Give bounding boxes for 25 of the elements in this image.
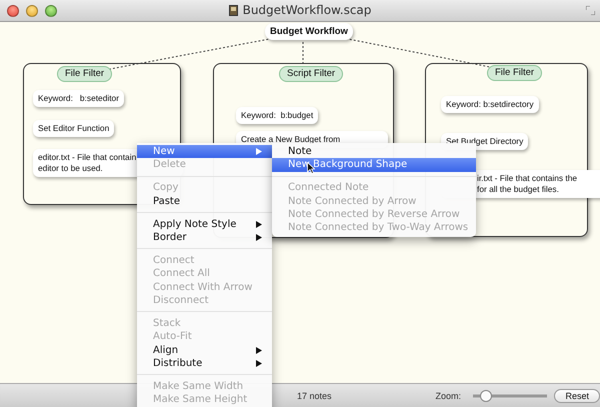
note-count: 17 notes bbox=[297, 390, 332, 400]
submenu-arrow-icon bbox=[256, 148, 262, 156]
menu-item[interactable]: Distribute bbox=[137, 357, 272, 370]
zoom-button[interactable] bbox=[45, 4, 57, 16]
group-header: File Filter bbox=[487, 65, 542, 81]
root-note: Budget Workflow bbox=[265, 23, 353, 40]
menu-item[interactable]: Apply Note Style bbox=[137, 218, 272, 231]
note: Keyword: b:seteditor bbox=[33, 90, 124, 107]
document-icon bbox=[228, 4, 238, 16]
note: Keyword: b:setdirectory bbox=[441, 96, 539, 113]
window-title: BudgetWorkflow.scap bbox=[242, 3, 372, 17]
menu-item[interactable]: New bbox=[137, 145, 272, 158]
menu-item[interactable]: Border bbox=[137, 230, 272, 244]
slider-thumb[interactable] bbox=[480, 390, 492, 402]
group-header: Script Filter bbox=[279, 66, 344, 82]
reset-button[interactable]: Reset bbox=[554, 388, 600, 402]
note: Set Editor Function bbox=[33, 120, 114, 137]
note: Keyword: b:budget bbox=[236, 107, 318, 124]
fullscreen-icon[interactable] bbox=[586, 6, 595, 15]
menu-item[interactable]: Align bbox=[137, 344, 272, 358]
zoom-label: Zoom: bbox=[436, 390, 462, 400]
close-button[interactable] bbox=[7, 4, 19, 16]
group-header: File Filter bbox=[57, 66, 112, 82]
minimize-button[interactable] bbox=[26, 4, 38, 16]
menu-item[interactable]: Paste bbox=[137, 194, 272, 208]
